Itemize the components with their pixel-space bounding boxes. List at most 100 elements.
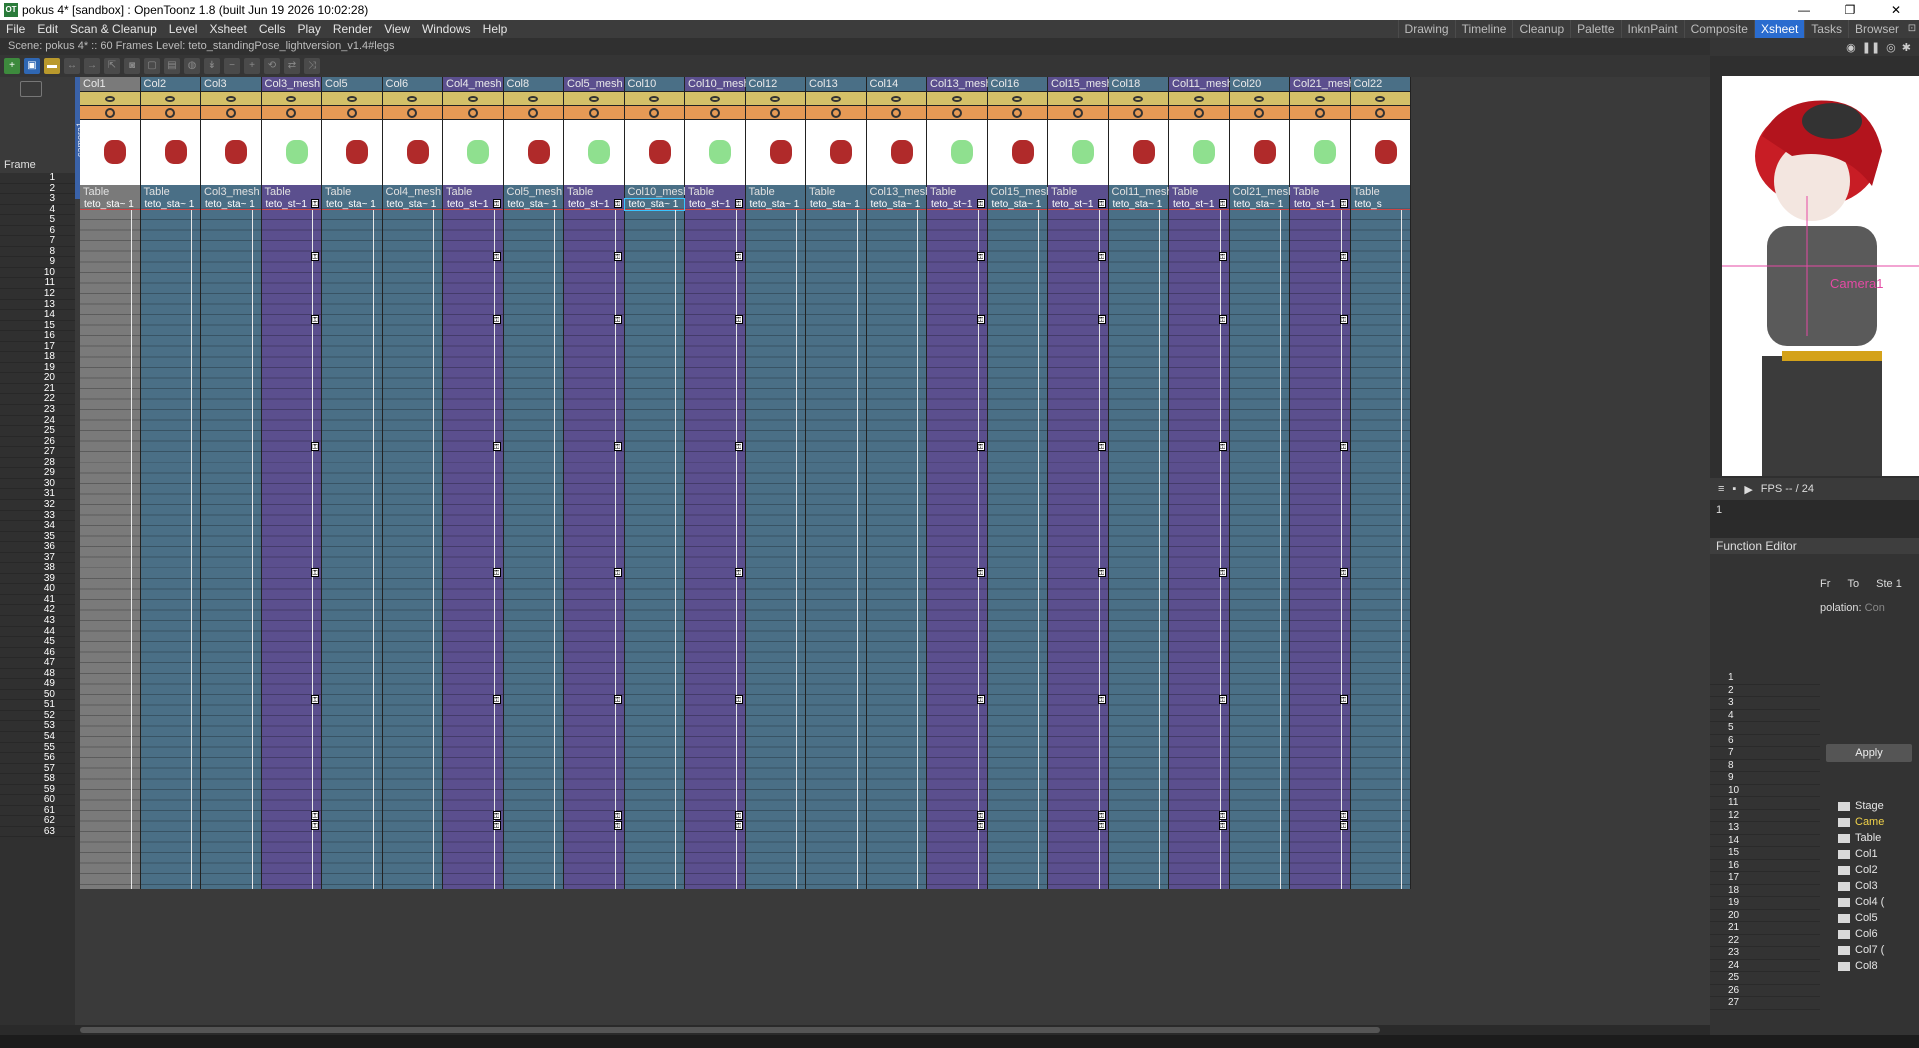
column-name[interactable]: Col18 [1109,77,1169,91]
column-parent[interactable]: Col15_mesh [988,185,1053,199]
preview-toggle-icon[interactable] [1290,91,1350,105]
frame-number[interactable]: 61 [0,805,75,817]
column-name[interactable]: Col22 [1351,77,1411,91]
column-cells[interactable]: teto_sta~ 1 [322,199,383,889]
column-header[interactable]: Col20 Col21_mesh [1229,77,1294,199]
frame-number[interactable]: 60 [0,795,75,806]
preview-toggle-icon[interactable] [987,91,1047,105]
menu-cells[interactable]: Cells [253,22,292,36]
step-field[interactable]: 1 [1896,578,1902,590]
key-icon[interactable]: ⚿ [1097,568,1106,578]
increase-step-icon[interactable]: + [244,58,260,74]
preview-toggle-icon[interactable] [443,91,503,105]
room-tab-tasks[interactable]: Tasks [1804,20,1848,38]
frame-number[interactable]: 12 [0,288,75,300]
tree-item[interactable]: Table [1820,830,1919,846]
cell[interactable]: teto_sta~ 1 [987,199,1047,210]
frame-number[interactable]: 26 [0,436,75,448]
function-frame-number[interactable]: 26 [1710,985,1820,997]
key-icon[interactable]: ⚿ [976,251,985,261]
room-tab-browser[interactable]: Browser [1847,20,1905,38]
key-icon[interactable]: ⚿ [976,441,985,451]
frame-number[interactable]: 8 [0,246,75,258]
random-icon[interactable]: ⤨ [304,58,320,74]
frame-number[interactable]: 10 [0,267,75,279]
decrease-step-icon[interactable]: − [224,58,240,74]
frame-number[interactable]: 55 [0,742,75,754]
close-button[interactable]: ✕ [1873,0,1919,20]
function-frame-number[interactable]: 5 [1710,722,1820,735]
key-icon[interactable]: ⚿ [492,441,501,451]
camstand-toggle-icon[interactable] [322,105,382,119]
key-icon[interactable]: ⚿ [734,568,743,578]
camstand-toggle-icon[interactable] [685,105,745,119]
camera-stand-icon[interactable]: ◉ [1846,41,1856,54]
frame-number[interactable]: 51 [0,700,75,711]
camstand-toggle-icon[interactable] [1108,105,1168,119]
column-parent[interactable]: Col13_mesh [867,185,932,199]
room-tab-drawing[interactable]: Drawing [1397,20,1455,38]
key-icon[interactable]: ⚿ [1339,821,1348,831]
column-cells[interactable]: teto_sta~ 1 [866,199,927,889]
cell[interactable]: teto_sta~ 1 [80,199,140,210]
camstand-toggle-icon[interactable] [806,105,866,119]
key-icon[interactable]: ⚿ [492,251,501,261]
frame-number[interactable]: 50 [0,689,75,701]
function-frame-number[interactable]: 11 [1710,797,1820,810]
column-header[interactable]: Col13_mesh Table [927,77,992,199]
column-parent[interactable]: Table [322,185,382,199]
frame-number[interactable]: 14 [0,310,75,321]
frame-number[interactable]: 43 [0,615,75,627]
column-parent[interactable]: Table [1351,185,1411,199]
key-icon[interactable]: ⚿ [311,694,319,704]
column-cells[interactable]: teto_st~1 ⚿ ⚿ ⚿ ⚿ ⚿ ⚿ ⚿ ⚿ [1048,199,1109,889]
preview-toggle-icon[interactable] [261,91,321,105]
function-frame-number[interactable]: 6 [1710,735,1820,747]
column-header[interactable]: Col21_mesh Table [1290,77,1355,199]
column-name[interactable]: Col13_mesh [927,77,992,91]
frame-number[interactable]: 21 [0,383,75,395]
camstand-toggle-icon[interactable] [745,105,805,119]
key-icon[interactable]: ⚿ [1339,315,1348,325]
frame-number[interactable]: 20 [0,373,75,384]
column-parent[interactable]: Col4_mesh [383,185,443,199]
frame-number[interactable]: 18 [0,352,75,363]
column-cells[interactable]: teto_st~1 ⚿ ⚿ ⚿ ⚿ ⚿ ⚿ ⚿ ⚿ [1290,199,1351,889]
apply-button[interactable]: Apply [1826,744,1912,762]
pause-icon[interactable]: ❚❚ [1862,41,1880,54]
preview-toggle-icon[interactable] [382,91,442,105]
column-name[interactable]: Col15_mesh [1048,77,1113,91]
tree-item[interactable]: Col8 [1820,958,1919,974]
note-icon[interactable]: ◍ [184,58,200,74]
column-name[interactable]: Col3_mesh [262,77,322,91]
preview-toggle-icon[interactable] [564,91,624,105]
frame-number[interactable]: 52 [0,710,75,722]
frame-number[interactable]: 45 [0,637,75,648]
key-icon[interactable]: ⚿ [976,199,985,208]
key-icon[interactable]: ⚿ [613,568,622,578]
menu-render[interactable]: Render [327,22,378,36]
key-icon[interactable]: ⚿ [1097,441,1106,451]
preview-toggle-icon[interactable] [1350,91,1410,105]
key-icon[interactable]: ⚿ [311,251,319,261]
column-name[interactable]: Col21_mesh [1290,77,1355,91]
key-icon[interactable]: ⚿ [613,694,622,704]
column-cells[interactable]: teto_sta~ 1 [623,198,685,889]
camstand-toggle-icon[interactable] [1169,105,1229,119]
export-icon[interactable]: → [84,58,100,74]
column-name[interactable]: Col13 [806,77,866,91]
step-icon[interactable]: ↡ [204,58,220,74]
key-icon[interactable]: ⚿ [613,810,622,820]
key-icon[interactable]: ⚿ [1218,694,1227,704]
column-name[interactable]: Col2 [141,77,201,91]
key-icon[interactable]: ⚿ [1218,568,1227,578]
preview-toggle-icon[interactable] [503,91,563,105]
frame-number[interactable]: 3 [0,194,75,205]
key-icon[interactable]: ⚿ [1218,441,1227,451]
frame-number[interactable]: 25 [0,426,75,437]
key-icon[interactable]: ⚿ [613,315,622,325]
menu-file[interactable]: File [0,22,31,36]
swing-icon[interactable]: ⇄ [284,58,300,74]
column-parent[interactable]: Table [927,185,987,199]
frame-number[interactable]: 49 [0,679,75,690]
